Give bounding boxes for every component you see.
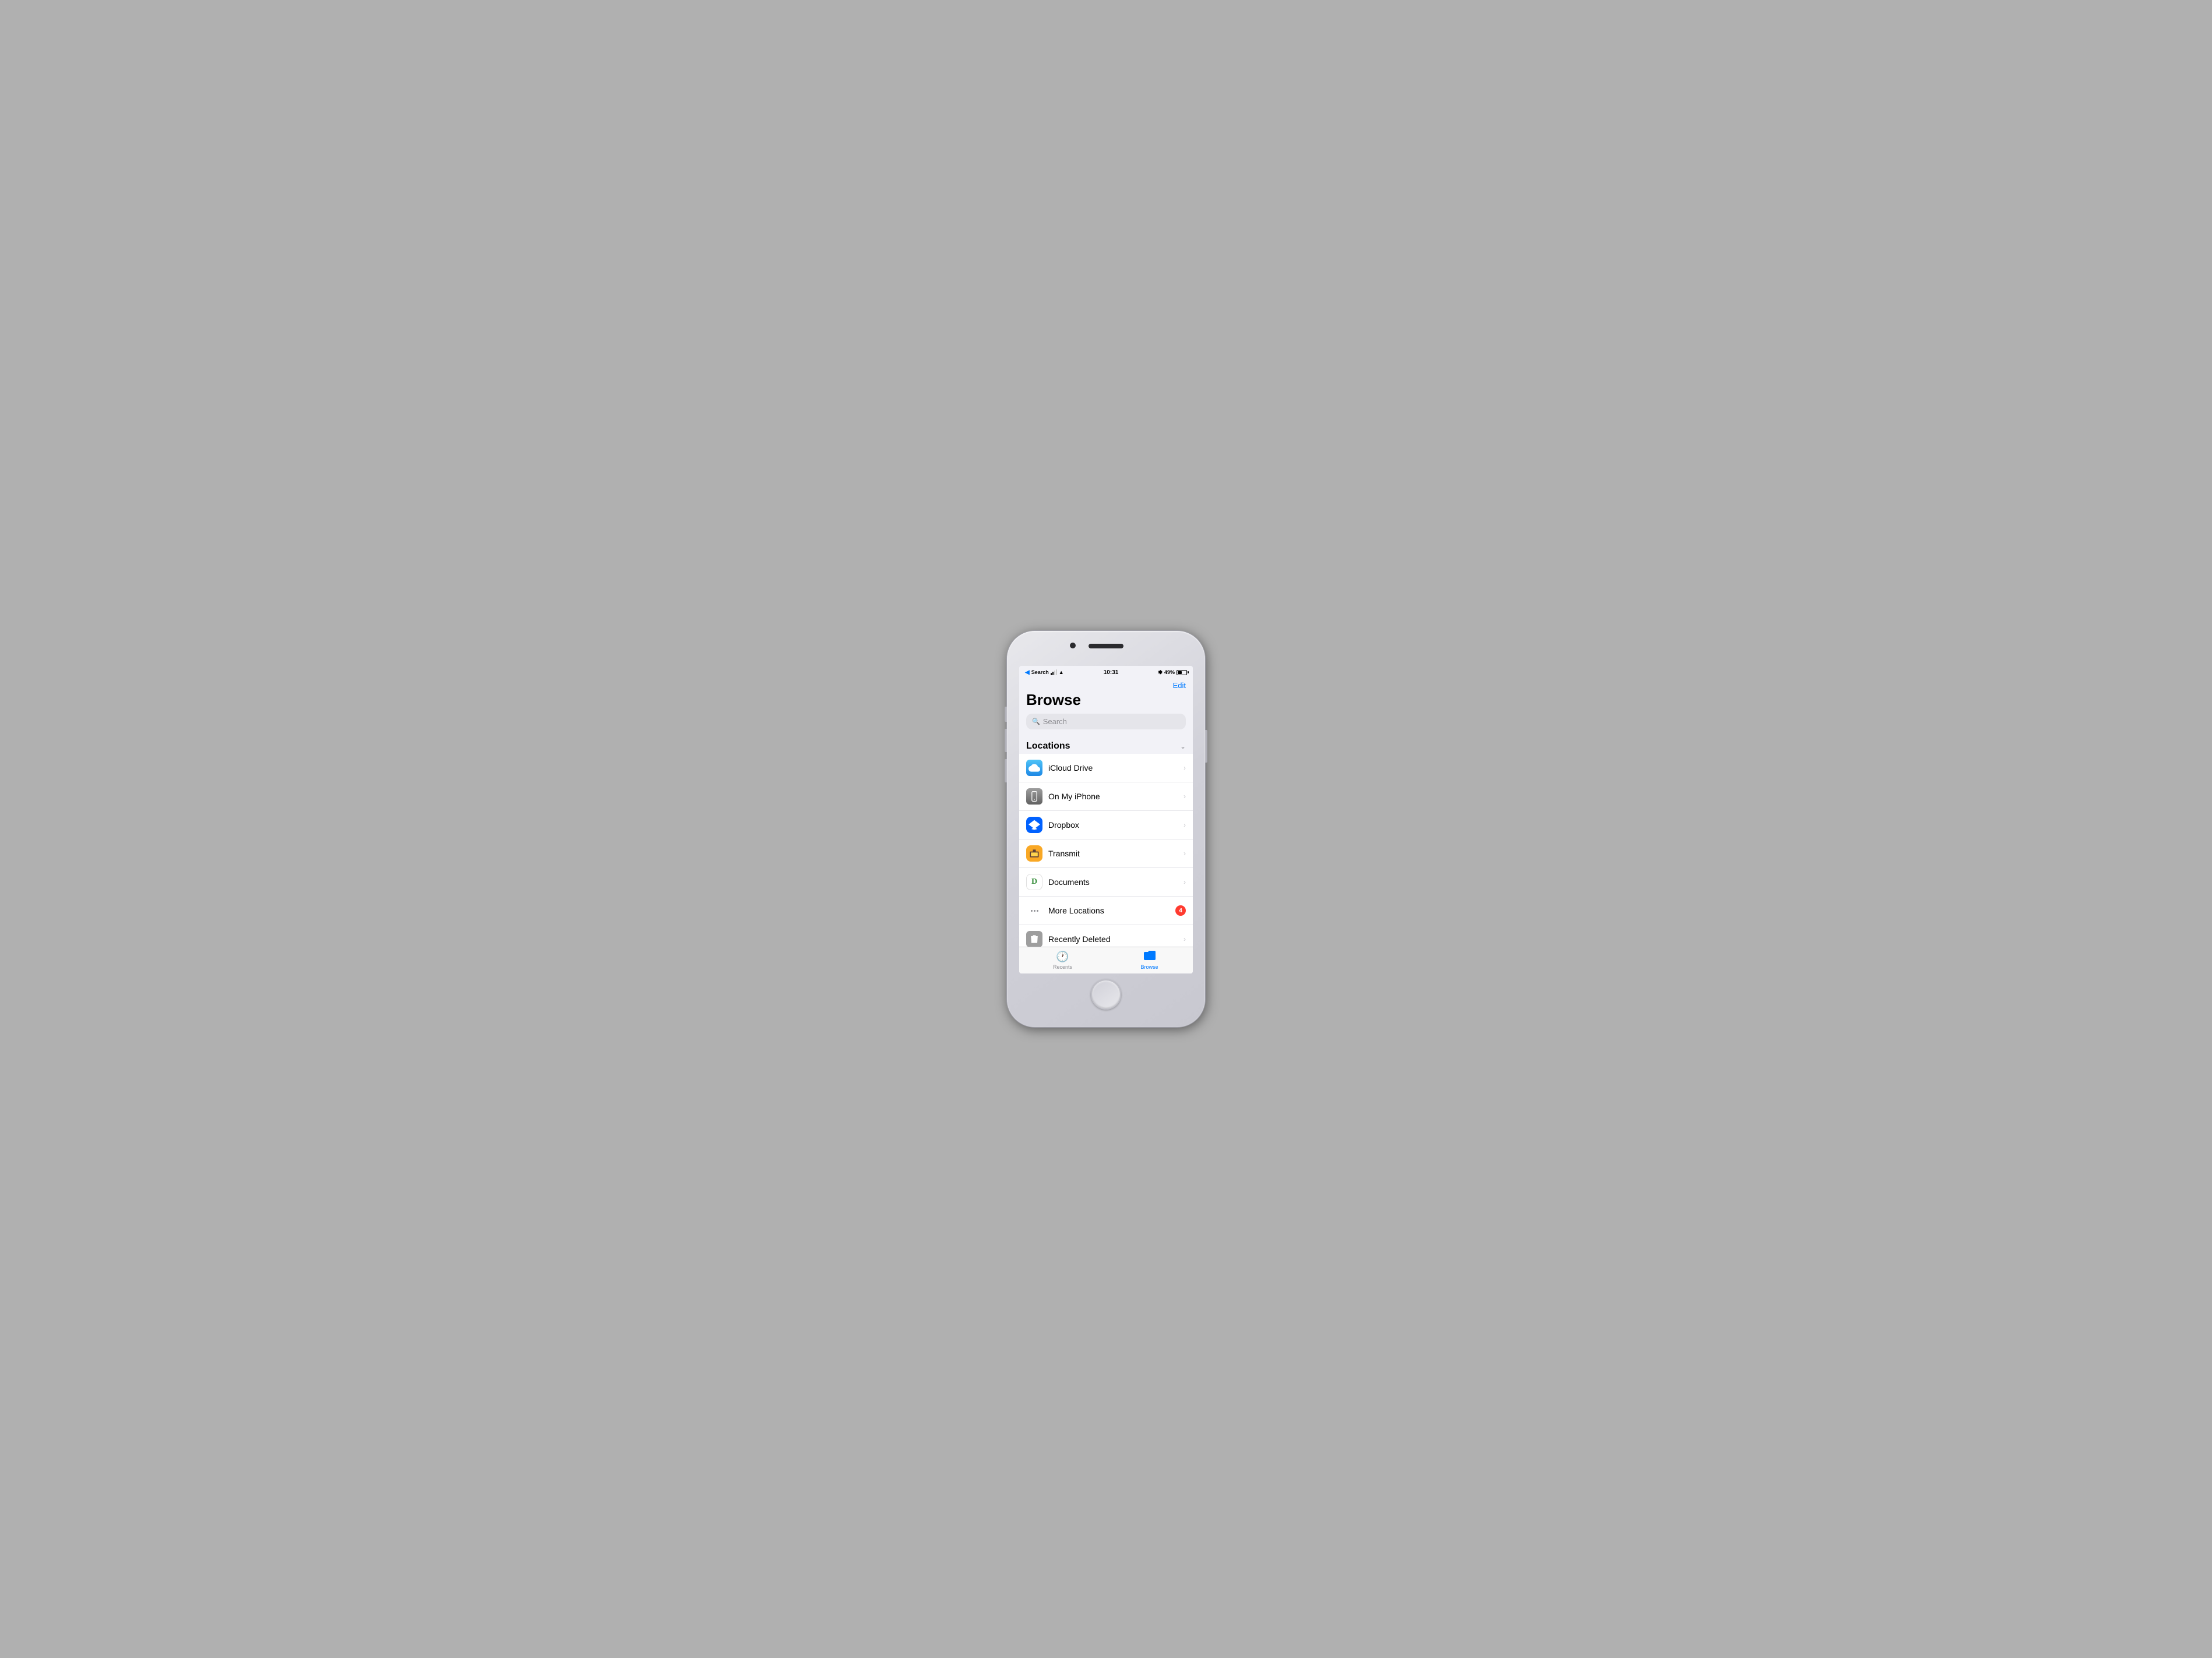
signal-bar-3 (1054, 671, 1055, 675)
dropbox-icon (1026, 817, 1042, 833)
search-bar[interactable]: 🔍 Search (1026, 714, 1186, 729)
signal-bar-4 (1056, 669, 1057, 675)
tab-recents[interactable]: 🕐 Recents (1019, 947, 1106, 973)
mute-button[interactable] (1005, 707, 1007, 722)
browse-tab-label: Browse (1140, 964, 1158, 970)
scene: ◀ Search ▲ 10:31 ✱ 49% (995, 602, 1217, 1056)
battery-percent: 49% (1164, 669, 1175, 675)
app-header: Edit Browse 🔍 Search (1019, 679, 1193, 736)
transmit-icon (1026, 845, 1042, 862)
back-arrow-icon: ◀ (1025, 669, 1030, 676)
browse-tab-icon (1144, 951, 1156, 963)
more-locations-label: More Locations (1048, 906, 1175, 915)
phone-top (1007, 631, 1205, 666)
sleep-button[interactable] (1205, 730, 1207, 763)
phone-shell: ◀ Search ▲ 10:31 ✱ 49% (1007, 631, 1205, 1027)
list-item[interactable]: Dropbox › (1019, 811, 1193, 839)
status-left: ◀ Search ▲ (1025, 669, 1064, 676)
recently-deleted-label: Recently Deleted (1048, 934, 1184, 944)
on-my-iphone-icon (1026, 788, 1042, 805)
search-icon: 🔍 (1032, 718, 1040, 725)
icloud-drive-icon (1026, 760, 1042, 776)
recently-deleted-icon (1026, 931, 1042, 947)
chevron-right-icon: › (1184, 935, 1186, 943)
transmit-label: Transmit (1048, 849, 1184, 858)
speaker (1089, 644, 1123, 648)
chevron-right-icon: › (1184, 764, 1186, 772)
tab-bar: 🕐 Recents Browse (1019, 947, 1193, 973)
more-locations-badge: 4 (1175, 905, 1186, 916)
chevron-right-icon: › (1184, 821, 1186, 829)
volume-down-button[interactable] (1005, 759, 1007, 782)
locations-chevron-icon[interactable]: ⌄ (1180, 742, 1186, 750)
documents-label: Documents (1048, 877, 1184, 887)
app-content: Edit Browse 🔍 Search Locations ⌄ (1019, 679, 1193, 973)
status-bar: ◀ Search ▲ 10:31 ✱ 49% (1019, 666, 1193, 679)
page-title: Browse (1026, 691, 1186, 709)
list-item[interactable]: D Documents › (1019, 868, 1193, 897)
locations-title: Locations (1026, 741, 1070, 752)
phone-screen: ◀ Search ▲ 10:31 ✱ 49% (1019, 666, 1193, 973)
edit-button[interactable]: Edit (1026, 681, 1186, 690)
list-item[interactable]: Transmit › (1019, 839, 1193, 868)
dots-icon (1031, 910, 1038, 912)
signal-bar-1 (1051, 673, 1052, 675)
status-back-label: Search (1031, 669, 1049, 675)
camera (1070, 643, 1076, 648)
status-right: ✱ 49% (1158, 669, 1187, 676)
on-my-iphone-label: On My iPhone (1048, 792, 1184, 801)
list-item[interactable]: iCloud Drive › (1019, 754, 1193, 782)
locations-section-header: Locations ⌄ (1019, 736, 1193, 754)
dropbox-label: Dropbox (1048, 820, 1184, 830)
bluetooth-icon: ✱ (1158, 669, 1163, 676)
recents-tab-icon: 🕐 (1056, 951, 1069, 963)
status-time: 10:31 (1104, 669, 1119, 676)
chevron-right-icon: › (1184, 849, 1186, 858)
locations-list: iCloud Drive › On My iPhone (1019, 754, 1193, 947)
search-placeholder: Search (1043, 717, 1067, 726)
documents-icon: D (1026, 874, 1042, 890)
recents-tab-label: Recents (1053, 964, 1072, 970)
signal-bars (1051, 669, 1057, 675)
list-item[interactable]: On My iPhone › (1019, 782, 1193, 811)
list-area: Locations ⌄ iCloud Drive (1019, 736, 1193, 947)
list-item[interactable]: Recently Deleted › (1019, 925, 1193, 947)
more-locations-icon (1026, 902, 1042, 919)
list-item[interactable]: More Locations 4 (1019, 897, 1193, 925)
chevron-right-icon: › (1184, 792, 1186, 800)
chevron-right-icon: › (1184, 878, 1186, 886)
wifi-icon: ▲ (1059, 669, 1064, 675)
home-button[interactable] (1091, 979, 1121, 1010)
icloud-drive-label: iCloud Drive (1048, 763, 1184, 772)
battery-icon (1177, 670, 1187, 675)
volume-up-button[interactable] (1005, 729, 1007, 752)
signal-bar-2 (1052, 672, 1054, 675)
tab-browse[interactable]: Browse (1106, 947, 1193, 973)
